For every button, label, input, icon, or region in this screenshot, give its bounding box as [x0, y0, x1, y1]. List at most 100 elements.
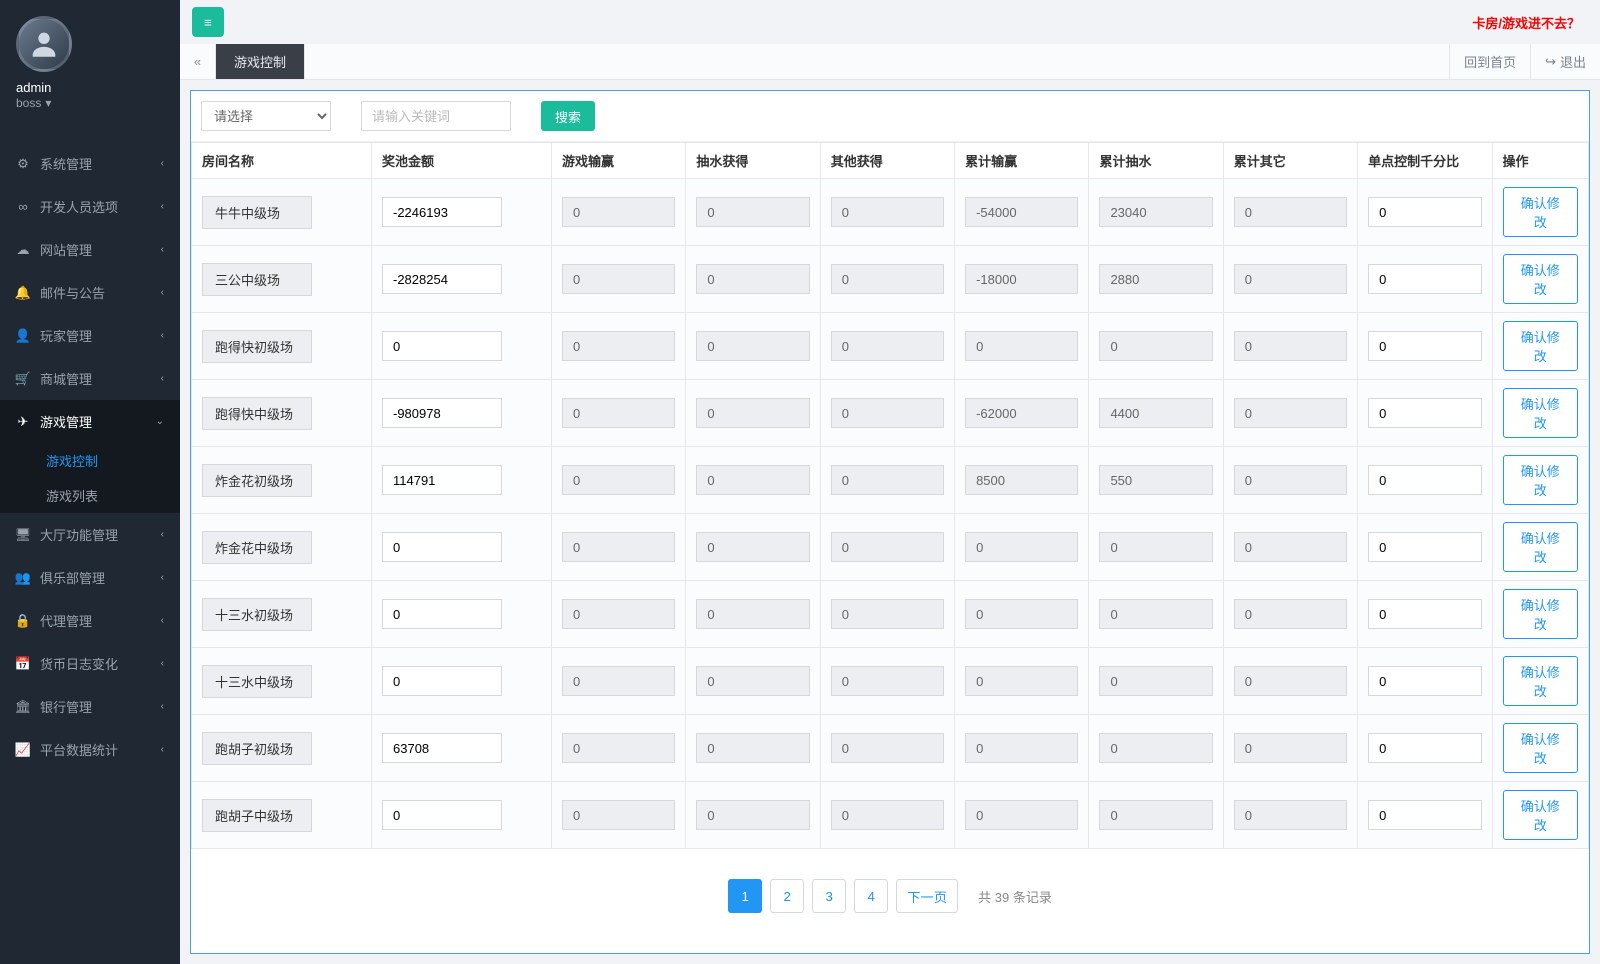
jackpot-input[interactable] — [382, 264, 502, 294]
user-role-dropdown[interactable]: boss ▾ — [16, 96, 51, 110]
table-cell — [686, 313, 820, 380]
table-cell — [552, 313, 686, 380]
page-buttons: 1234 — [728, 879, 888, 913]
keyword-input[interactable] — [361, 101, 511, 131]
tab-game-control[interactable]: 游戏控制 — [216, 44, 305, 79]
table-cell — [955, 648, 1089, 715]
page-info: 共 39 条记录 — [978, 887, 1052, 906]
table-cell — [372, 514, 552, 581]
sidebar-item[interactable]: 🔔邮件与公告‹ — [0, 271, 180, 314]
confirm-button[interactable]: 确认修改 — [1503, 187, 1578, 237]
nav-icon: 🛒 — [16, 372, 30, 386]
table-cell — [1223, 380, 1357, 447]
page-button[interactable]: 4 — [854, 879, 888, 913]
topbar: ≡ 卡房/游戏进不去？ — [180, 0, 1600, 44]
other-gain — [831, 733, 944, 763]
pump-gain — [696, 532, 809, 562]
sidebar-item[interactable]: 👤玩家管理‹ — [0, 314, 180, 357]
sidebar-item[interactable]: 🔒代理管理‹ — [0, 599, 180, 642]
table-row: 跑胡子中级场确认修改 — [192, 782, 1589, 849]
table-header-cell: 单点控制千分比 — [1358, 143, 1492, 179]
table-cell — [552, 514, 686, 581]
back-home-button[interactable]: 回到首页 — [1449, 44, 1530, 79]
table-cell: 确认修改 — [1492, 581, 1588, 648]
table-cell — [820, 715, 954, 782]
jackpot-input[interactable] — [382, 331, 502, 361]
cum-winlose — [965, 331, 1078, 361]
subnav-item[interactable]: 游戏列表 — [0, 478, 180, 513]
jackpot-input[interactable] — [382, 666, 502, 696]
point-control-input[interactable] — [1368, 264, 1481, 294]
point-control-input[interactable] — [1368, 800, 1481, 830]
user-role-label: boss — [16, 96, 41, 110]
table-cell — [1223, 179, 1357, 246]
chevron-icon: ‹ — [161, 373, 164, 384]
table-cell: 跑胡子初级场 — [192, 715, 372, 782]
confirm-button[interactable]: 确认修改 — [1503, 790, 1578, 840]
confirm-button[interactable]: 确认修改 — [1503, 388, 1578, 438]
confirm-button[interactable]: 确认修改 — [1503, 589, 1578, 639]
page-button[interactable]: 1 — [728, 879, 762, 913]
point-control-input[interactable] — [1368, 197, 1481, 227]
sidebar-item[interactable]: 📅货币日志变化‹ — [0, 642, 180, 685]
tab-back-button[interactable]: « — [180, 44, 216, 79]
table-cell — [552, 648, 686, 715]
confirm-button[interactable]: 确认修改 — [1503, 254, 1578, 304]
filter-select[interactable]: 请选择 — [201, 101, 331, 131]
point-control-input[interactable] — [1368, 733, 1481, 763]
point-control-input[interactable] — [1368, 331, 1481, 361]
pump-gain — [696, 398, 809, 428]
jackpot-input[interactable] — [382, 532, 502, 562]
cum-pump — [1099, 264, 1212, 294]
jackpot-input[interactable] — [382, 733, 502, 763]
sidebar-item[interactable]: 🛒商城管理‹ — [0, 357, 180, 400]
sidebar-item[interactable]: 👥俱乐部管理‹ — [0, 556, 180, 599]
nav-icon: 🖥 — [16, 528, 30, 542]
point-control-input[interactable] — [1368, 398, 1481, 428]
table-cell: 跑得快中级场 — [192, 380, 372, 447]
table-cell — [686, 715, 820, 782]
stuck-room-link[interactable]: 卡房/游戏进不去？ — [1472, 13, 1580, 32]
sidebar-item[interactable]: 🏛银行管理‹ — [0, 685, 180, 728]
point-control-input[interactable] — [1368, 465, 1481, 495]
sidebar-item[interactable]: ∞开发人员选项‹ — [0, 185, 180, 228]
page-button[interactable]: 2 — [770, 879, 804, 913]
point-control-input[interactable] — [1368, 599, 1481, 629]
confirm-button[interactable]: 确认修改 — [1503, 656, 1578, 706]
pump-gain — [696, 264, 809, 294]
sidebar-item[interactable]: ✈游戏管理⌄ — [0, 400, 180, 443]
sidebar-item[interactable]: 🖥大厅功能管理‹ — [0, 513, 180, 556]
jackpot-input[interactable] — [382, 197, 502, 227]
table-cell — [1223, 313, 1357, 380]
jackpot-input[interactable] — [382, 599, 502, 629]
confirm-button[interactable]: 确认修改 — [1503, 522, 1578, 572]
table-cell — [372, 447, 552, 514]
confirm-button[interactable]: 确认修改 — [1503, 723, 1578, 773]
point-control-input[interactable] — [1368, 666, 1481, 696]
point-control-input[interactable] — [1368, 532, 1481, 562]
jackpot-input[interactable] — [382, 800, 502, 830]
other-gain — [831, 398, 944, 428]
jackpot-input[interactable] — [382, 465, 502, 495]
confirm-button[interactable]: 确认修改 — [1503, 321, 1578, 371]
cum-pump — [1099, 331, 1212, 361]
next-page-button[interactable]: 下一页 — [896, 879, 958, 913]
sidebar-item[interactable]: 📈平台数据统计‹ — [0, 728, 180, 771]
subnav: 游戏控制游戏列表 — [0, 443, 180, 513]
table-cell: 三公中级场 — [192, 246, 372, 313]
subnav-item[interactable]: 游戏控制 — [0, 443, 180, 478]
confirm-button[interactable]: 确认修改 — [1503, 455, 1578, 505]
sidebar-item[interactable]: ⚙系统管理‹ — [0, 142, 180, 185]
table-cell — [820, 581, 954, 648]
sidebar-item[interactable]: ☁网站管理‹ — [0, 228, 180, 271]
page-button[interactable]: 3 — [812, 879, 846, 913]
sidebar-toggle-button[interactable]: ≡ — [192, 7, 224, 37]
table-cell — [552, 246, 686, 313]
search-button[interactable]: 搜索 — [541, 101, 595, 131]
toolbar: 请选择 搜索 — [191, 91, 1589, 142]
jackpot-input[interactable] — [382, 398, 502, 428]
nav-label: 俱乐部管理 — [40, 568, 105, 587]
logout-button[interactable]: ↪ 退出 — [1530, 44, 1600, 79]
room-name: 跑胡子初级场 — [202, 732, 312, 765]
cum-pump — [1099, 465, 1212, 495]
